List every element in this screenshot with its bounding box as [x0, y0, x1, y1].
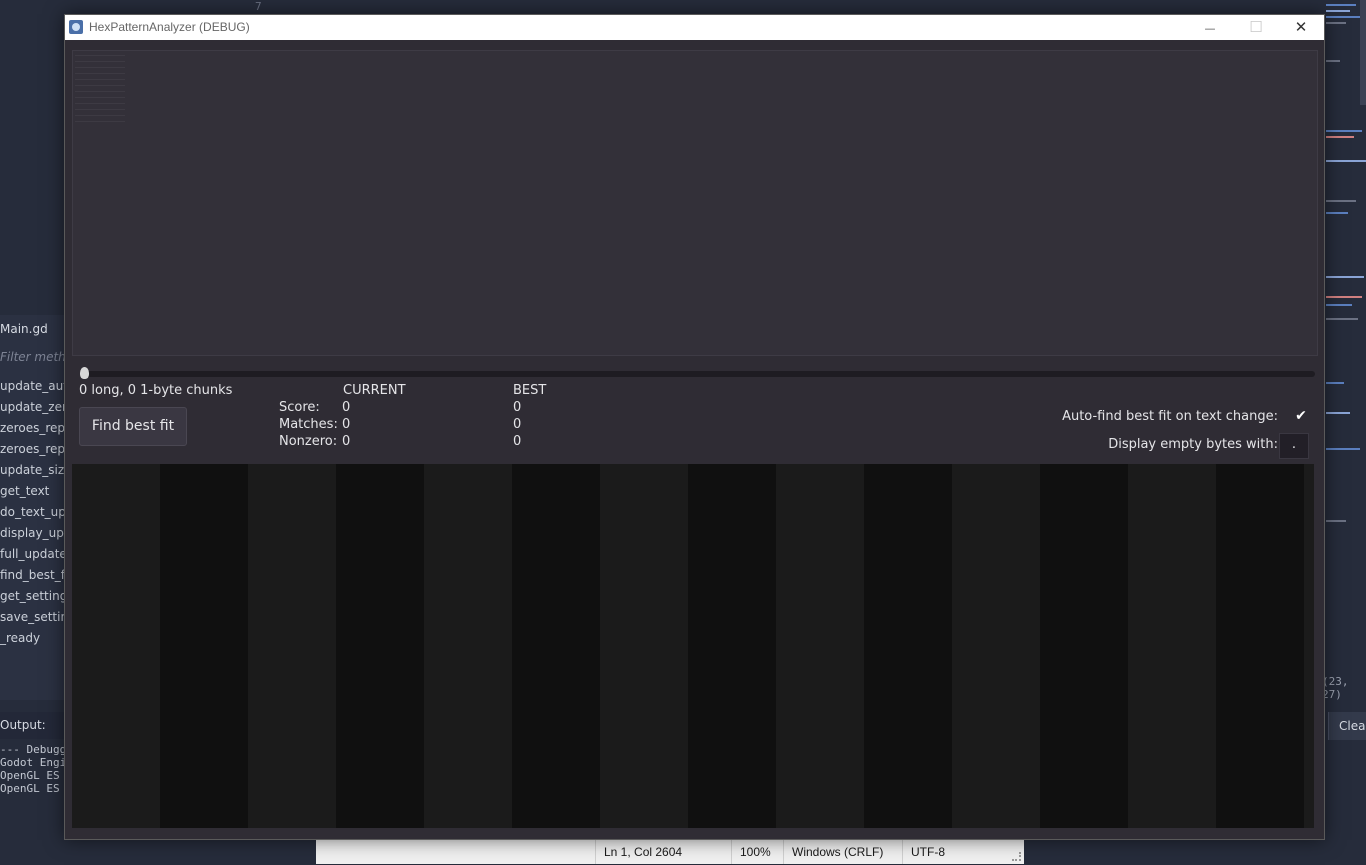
minimap-line	[1326, 200, 1356, 202]
find-best-fit-button[interactable]: Find best fit	[79, 407, 187, 446]
method-item[interactable]: full_update	[0, 547, 67, 561]
score-best: 0	[513, 400, 522, 415]
minimap-line	[1326, 412, 1350, 414]
output-line: OpenGL ES	[0, 769, 60, 782]
maximize-button[interactable]: ☐	[1233, 15, 1279, 39]
method-item[interactable]: update_zero	[0, 400, 74, 414]
minimap-line	[1326, 520, 1346, 522]
matches-label: Matches:	[279, 417, 338, 432]
nonzero-label: Nonzero:	[279, 434, 338, 449]
maximize-icon: ☐	[1249, 18, 1263, 36]
code-line-number: 7	[255, 0, 262, 13]
method-item[interactable]: find_best_fit	[0, 568, 73, 582]
method-item[interactable]: do_text_upd	[0, 505, 73, 519]
checkmark-icon: ✔	[1295, 408, 1307, 424]
auto-find-label: Auto-find best fit on text change:	[1062, 409, 1278, 424]
encoding: UTF-8	[902, 840, 1024, 864]
resize-grip[interactable]	[1012, 852, 1021, 861]
score-current: 0	[342, 400, 351, 415]
cursor-coordinates: (23, 27)	[1322, 675, 1349, 701]
hex-analyzer-window: HexPatternAnalyzer (DEBUG) — ☐ ✕ 0 long,…	[64, 14, 1325, 840]
output-label: Output:	[0, 718, 46, 732]
cursor-position: Ln 1, Col 2604	[595, 840, 729, 864]
window-title: HexPatternAnalyzer (DEBUG)	[89, 20, 250, 34]
empty-byte-char-input[interactable]: .	[1279, 433, 1309, 459]
close-icon: ✕	[1294, 18, 1308, 36]
minimap-line	[1326, 160, 1366, 162]
minimap-line	[1326, 136, 1354, 138]
display-empty-label: Display empty bytes with:	[1108, 437, 1278, 452]
minimize-button[interactable]: —	[1187, 15, 1233, 39]
matches-current: 0	[342, 417, 351, 432]
minimap-line	[1326, 130, 1362, 132]
output-line: Godot Engi	[0, 756, 67, 769]
editor-scrollbar[interactable]	[1360, 0, 1366, 105]
slider-grabber[interactable]	[80, 367, 89, 379]
script-file-label[interactable]: Main.gd	[0, 322, 48, 336]
minimap-line	[1326, 60, 1340, 62]
best-header: BEST	[513, 383, 547, 398]
method-item[interactable]: _ready	[0, 631, 40, 645]
output-line: --- Debugg	[0, 743, 67, 756]
godot-app-icon	[69, 20, 83, 34]
clear-output-button[interactable]: Clear	[1328, 712, 1366, 740]
zoom-level: 100%	[731, 840, 783, 864]
minimap-line	[1326, 296, 1362, 298]
minimap-line	[1326, 16, 1360, 18]
chunk-info: 0 long, 0 1-byte chunks	[79, 383, 233, 398]
notepad-status-bar: Ln 1, Col 2604 100% Windows (CRLF) UTF-8	[316, 839, 1024, 864]
nonzero-best: 0	[513, 434, 522, 449]
offset-slider[interactable]	[80, 371, 1315, 377]
text-placeholder-lines	[75, 55, 125, 125]
score-label: Score:	[279, 400, 320, 415]
minimap-line	[1326, 318, 1358, 320]
method-item[interactable]: get_setting	[0, 589, 67, 603]
minimap-line	[1326, 276, 1364, 278]
hex-pattern-display	[72, 464, 1314, 828]
minimap-line	[1326, 10, 1350, 12]
minimap-line	[1326, 448, 1360, 450]
title-bar[interactable]: HexPatternAnalyzer (DEBUG) — ☐ ✕	[65, 15, 1324, 40]
output-line: OpenGL ES	[0, 782, 60, 795]
minimap-line	[1326, 4, 1356, 6]
method-item[interactable]: update_size	[0, 463, 72, 477]
auto-find-checkbox[interactable]: ✔	[1293, 408, 1309, 424]
minimap-line	[1326, 22, 1346, 24]
line-endings: Windows (CRLF)	[783, 840, 902, 864]
minimap-line	[1326, 212, 1348, 214]
minimap-line	[1326, 304, 1352, 306]
minimize-icon: —	[1204, 22, 1216, 35]
method-item[interactable]: get_text	[0, 484, 49, 498]
minimap-line	[1326, 382, 1344, 384]
hex-text-input[interactable]	[72, 50, 1318, 356]
current-header: CURRENT	[343, 383, 406, 398]
close-button[interactable]: ✕	[1278, 15, 1324, 39]
matches-best: 0	[513, 417, 522, 432]
nonzero-current: 0	[342, 434, 351, 449]
